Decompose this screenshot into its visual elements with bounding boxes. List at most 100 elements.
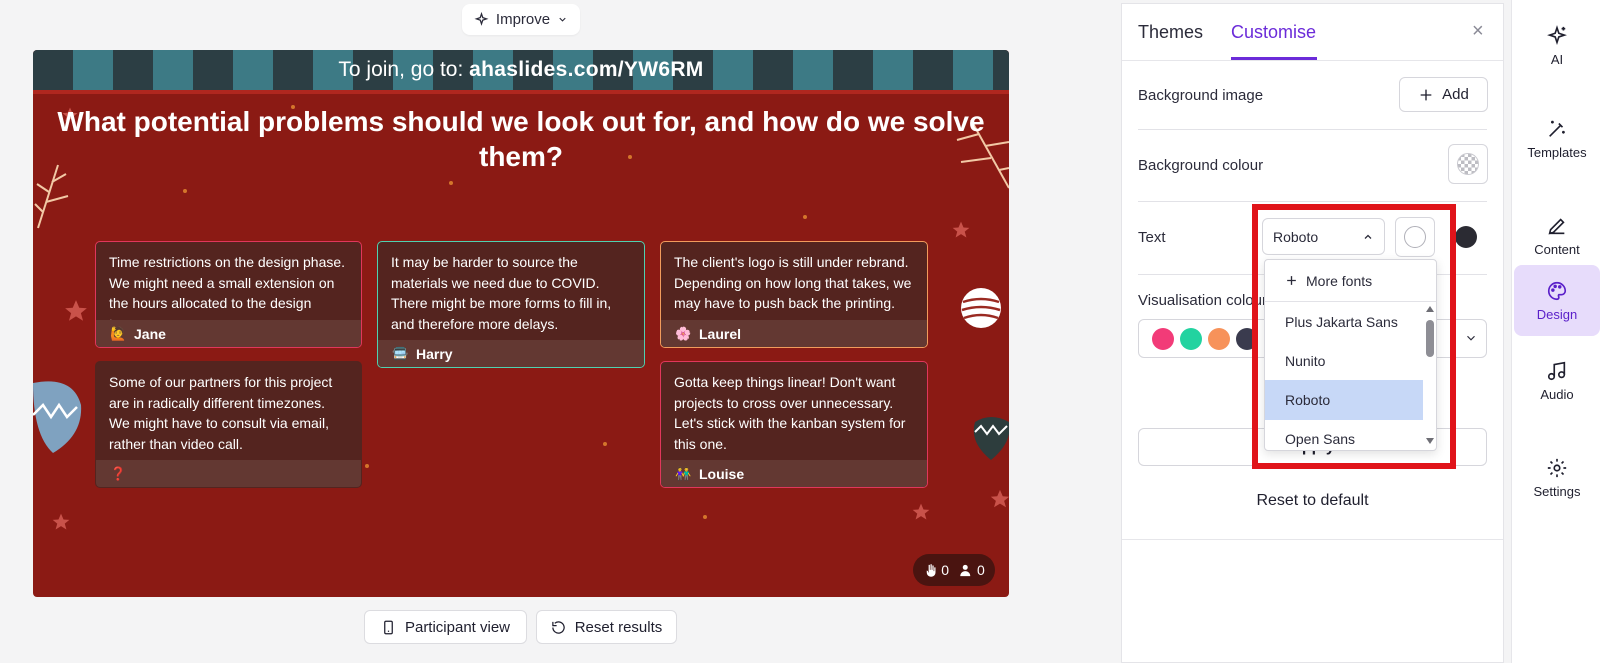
join-instruction: To join, go to: ahaslides.com/YW6RM (33, 58, 1009, 82)
slide-canvas[interactable]: To join, go to: ahaslides.com/YW6RM What… (33, 50, 1009, 597)
confetti-dot (183, 189, 187, 193)
sidebar-item-settings[interactable]: Settings (1514, 442, 1600, 513)
sidebar-item-label: Settings (1533, 483, 1581, 499)
viz-colour-swatch (1152, 327, 1174, 350)
sidebar-item-label: Design (1536, 306, 1578, 322)
avatar-emoji: 👫 (675, 465, 692, 481)
reset-icon (551, 620, 565, 634)
plus-icon (1420, 89, 1432, 100)
confetti-dot (365, 464, 369, 468)
participants-value: 0 (977, 562, 985, 578)
sidebar-item-label: AI (1550, 51, 1564, 67)
chevron-down-icon (1467, 335, 1475, 341)
colour-swatch (1454, 226, 1477, 248)
response-card[interactable]: The client's logo is still under rebrand… (660, 241, 928, 348)
question-title: What potential problems should we look o… (57, 106, 985, 172)
sidebar-item-design[interactable]: Design (1514, 265, 1600, 336)
reset-results-button[interactable]: Reset results (536, 610, 677, 644)
divider (1138, 129, 1487, 130)
visualisation-colour-label: Visualisation colour (1138, 292, 1267, 309)
text-label: Text (1138, 229, 1166, 246)
gear-icon (1547, 458, 1567, 477)
avatar-emoji: 🌸 (675, 325, 692, 341)
star-decoration (912, 503, 930, 520)
confetti-dot (703, 515, 707, 519)
add-background-image-button[interactable]: Add (1399, 77, 1488, 112)
response-text: The client's logo is still under rebrand… (674, 254, 912, 311)
phone-icon (384, 620, 393, 634)
star-decoration (52, 513, 70, 530)
avatar-emoji: 🙋 (110, 325, 127, 341)
viz-colour-swatch (1208, 327, 1230, 350)
audience-counter: 0 0 (913, 554, 995, 586)
background-colour-label: Background colour (1138, 157, 1264, 174)
chevron-down-icon (559, 17, 566, 22)
star-decoration (65, 300, 87, 321)
response-card[interactable]: Gotta keep things linear! Don't want pro… (660, 361, 928, 488)
participant-view-label: Participant view (404, 618, 511, 636)
ornament-right-bottom (973, 417, 1009, 460)
sidebar-item-label: Content (1534, 241, 1580, 257)
confetti-dot (603, 442, 607, 446)
response-author: 🚍 Harry (378, 340, 644, 367)
background-image-label: Background image (1138, 87, 1264, 104)
music-note-icon (1547, 361, 1566, 380)
response-author: 🌸 Laurel (661, 320, 927, 347)
author-name: Laurel (699, 325, 742, 342)
author-name: Harry (416, 345, 453, 362)
sidebar-item-label: Audio (1540, 386, 1574, 402)
palette-icon (1548, 281, 1567, 300)
response-card[interactable]: It may be harder to source the materials… (377, 241, 645, 368)
active-tab-indicator (1231, 57, 1317, 60)
avatar-emoji: 🚍 (392, 345, 409, 361)
confetti-dot (449, 181, 453, 185)
sparkle-icon (1547, 24, 1567, 45)
close-icon[interactable]: × (1472, 20, 1484, 43)
response-text: It may be harder to source the materials… (391, 254, 612, 332)
ornament-right-top (961, 288, 1001, 328)
sparkle-icon (474, 12, 489, 26)
background-colour-picker[interactable] (1448, 144, 1488, 184)
response-text: Some of our partners for this project ar… (109, 374, 333, 452)
response-card[interactable]: Some of our partners for this project ar… (95, 361, 362, 488)
response-author: ❓ (96, 460, 361, 487)
response-author: 👫 Louise (661, 460, 927, 487)
panel-tabs: Themes Customise × (1122, 4, 1503, 61)
sidebar-item-content[interactable]: Content (1514, 200, 1600, 271)
response-author: 🙋 Jane (96, 320, 361, 347)
highlight-annotation-box (1252, 204, 1456, 469)
reset-to-default-button[interactable]: Reset to default (1138, 492, 1487, 510)
join-prefix: To join, go to: (338, 58, 470, 81)
pencil-icon (1548, 217, 1565, 234)
divider (1138, 201, 1487, 202)
improve-button[interactable]: Improve (462, 4, 580, 35)
ornament-left (33, 381, 82, 453)
avatar-emoji: ❓ (110, 465, 127, 481)
reset-results-label: Reset results (574, 618, 663, 636)
tab-customise[interactable]: Customise (1231, 22, 1316, 43)
participant-view-button[interactable]: Participant view (364, 610, 527, 644)
tab-themes[interactable]: Themes (1138, 22, 1203, 43)
viz-colour-swatch (1180, 327, 1202, 350)
user-icon (960, 564, 971, 576)
sidebar-item-audio[interactable]: Audio (1514, 345, 1600, 416)
hand-raise-icon (926, 563, 936, 577)
join-url: ahaslides.com/YW6RM (469, 58, 704, 81)
divider (1122, 539, 1503, 540)
response-card[interactable]: Time restrictions on the design phase. W… (95, 241, 362, 348)
response-text: Gotta keep things linear! Don't want pro… (674, 374, 906, 452)
magic-wand-icon (1549, 120, 1565, 137)
add-label: Add (1442, 86, 1469, 103)
sidebar-item-templates[interactable]: Templates (1514, 103, 1600, 174)
improve-label: Improve (495, 11, 551, 28)
right-sidebar: AI Templates Content Design Audio Settin… (1511, 0, 1601, 663)
transparent-swatch-icon (1457, 153, 1479, 175)
reactions-value: 0 (941, 562, 949, 578)
sidebar-item-label: Templates (1527, 144, 1587, 160)
sidebar-item-ai[interactable]: AI (1514, 10, 1600, 81)
reactions-count: 0 (923, 562, 949, 578)
star-decoration (990, 489, 1009, 508)
author-name: Jane (134, 325, 166, 342)
participants-count: 0 (959, 562, 985, 578)
author-name: Louise (699, 465, 745, 482)
